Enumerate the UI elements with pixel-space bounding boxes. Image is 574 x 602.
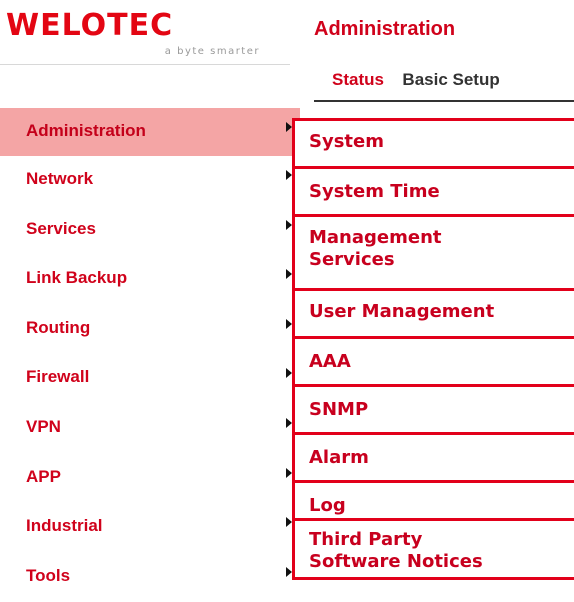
submenu-item-label: AAA	[309, 351, 351, 372]
submenu-item-label: SNMP	[309, 399, 369, 420]
sidebar-item-industrial[interactable]: Industrial	[0, 503, 300, 553]
submenu-item-label: Third Party	[309, 529, 423, 550]
sidebar-item-label: APP	[26, 466, 61, 486]
sidebar-item-label: Routing	[26, 317, 91, 337]
submenu-item-label: Management	[309, 227, 442, 248]
sidebar-item-app[interactable]: APP	[0, 454, 300, 504]
submenu-item-label: System Time	[309, 181, 440, 202]
sidebar-item-firewall[interactable]: Firewall	[0, 354, 300, 404]
logo-divider	[0, 64, 290, 65]
page-title: Administration	[314, 18, 456, 40]
welotec-logo[interactable]: WELOTEC a byte smarter	[6, 8, 268, 62]
submenu-item-label: Alarm	[309, 447, 369, 468]
sidebar-item-vpn[interactable]: VPN	[0, 404, 300, 454]
sidebar-item-routing[interactable]: Routing	[0, 305, 300, 355]
tab-status[interactable]: Status	[332, 70, 384, 90]
submenu-item-system-time[interactable]: System Time	[295, 166, 574, 214]
submenu-item-alarm[interactable]: Alarm	[295, 432, 574, 480]
sidebar-item-label: Link Backup	[26, 268, 128, 288]
submenu-item-aaa[interactable]: AAA	[295, 336, 574, 384]
submenu-item-user-management[interactable]: User Management	[295, 288, 574, 336]
submenu-item-label: User Management	[309, 301, 495, 322]
sidebar-item-services[interactable]: Services	[0, 206, 300, 256]
sidebar-item-tools[interactable]: Tools	[0, 553, 300, 602]
tab-basic-setup[interactable]: Basic Setup	[402, 70, 499, 90]
sidebar-item-label: Firewall	[26, 367, 90, 387]
submenu-item-label-line2: Services	[309, 249, 395, 270]
submenu-item-system[interactable]: System	[295, 131, 574, 163]
sidebar-item-label: Services	[26, 218, 96, 238]
submenu-item-label: Log	[309, 495, 346, 516]
submenu-item-management-services[interactable]: Management Services	[295, 214, 574, 288]
sidebar-item-label: VPN	[26, 416, 61, 436]
sidebar-menu: Administration Network Services Link Bac…	[0, 108, 300, 602]
submenu-item-log[interactable]: Log	[295, 480, 574, 522]
logo-wordmark: WELOTEC	[6, 8, 174, 43]
submenu-item-third-party-notices[interactable]: Third Party Software Notices	[295, 518, 574, 580]
sidebar-item-label: Tools	[26, 565, 71, 585]
submenu-item-label-line2: Software Notices	[309, 551, 483, 572]
sidebar-item-label: Industrial	[26, 516, 103, 536]
sidebar-item-network[interactable]: Network	[0, 156, 300, 206]
submenu-item-label: System	[309, 131, 384, 152]
tab-bar: Status Basic Setup	[332, 70, 514, 98]
sidebar-item-label: Network	[26, 169, 94, 188]
administration-submenu: System System Time Management Services U…	[292, 118, 574, 580]
sidebar-item-administration[interactable]: Administration	[0, 108, 300, 156]
logo-tagline: a byte smarter	[164, 46, 260, 57]
content-border	[314, 100, 574, 102]
submenu-item-snmp[interactable]: SNMP	[295, 384, 574, 432]
sidebar-item-link-backup[interactable]: Link Backup	[0, 255, 300, 305]
sidebar-item-label: Administration	[26, 121, 146, 140]
